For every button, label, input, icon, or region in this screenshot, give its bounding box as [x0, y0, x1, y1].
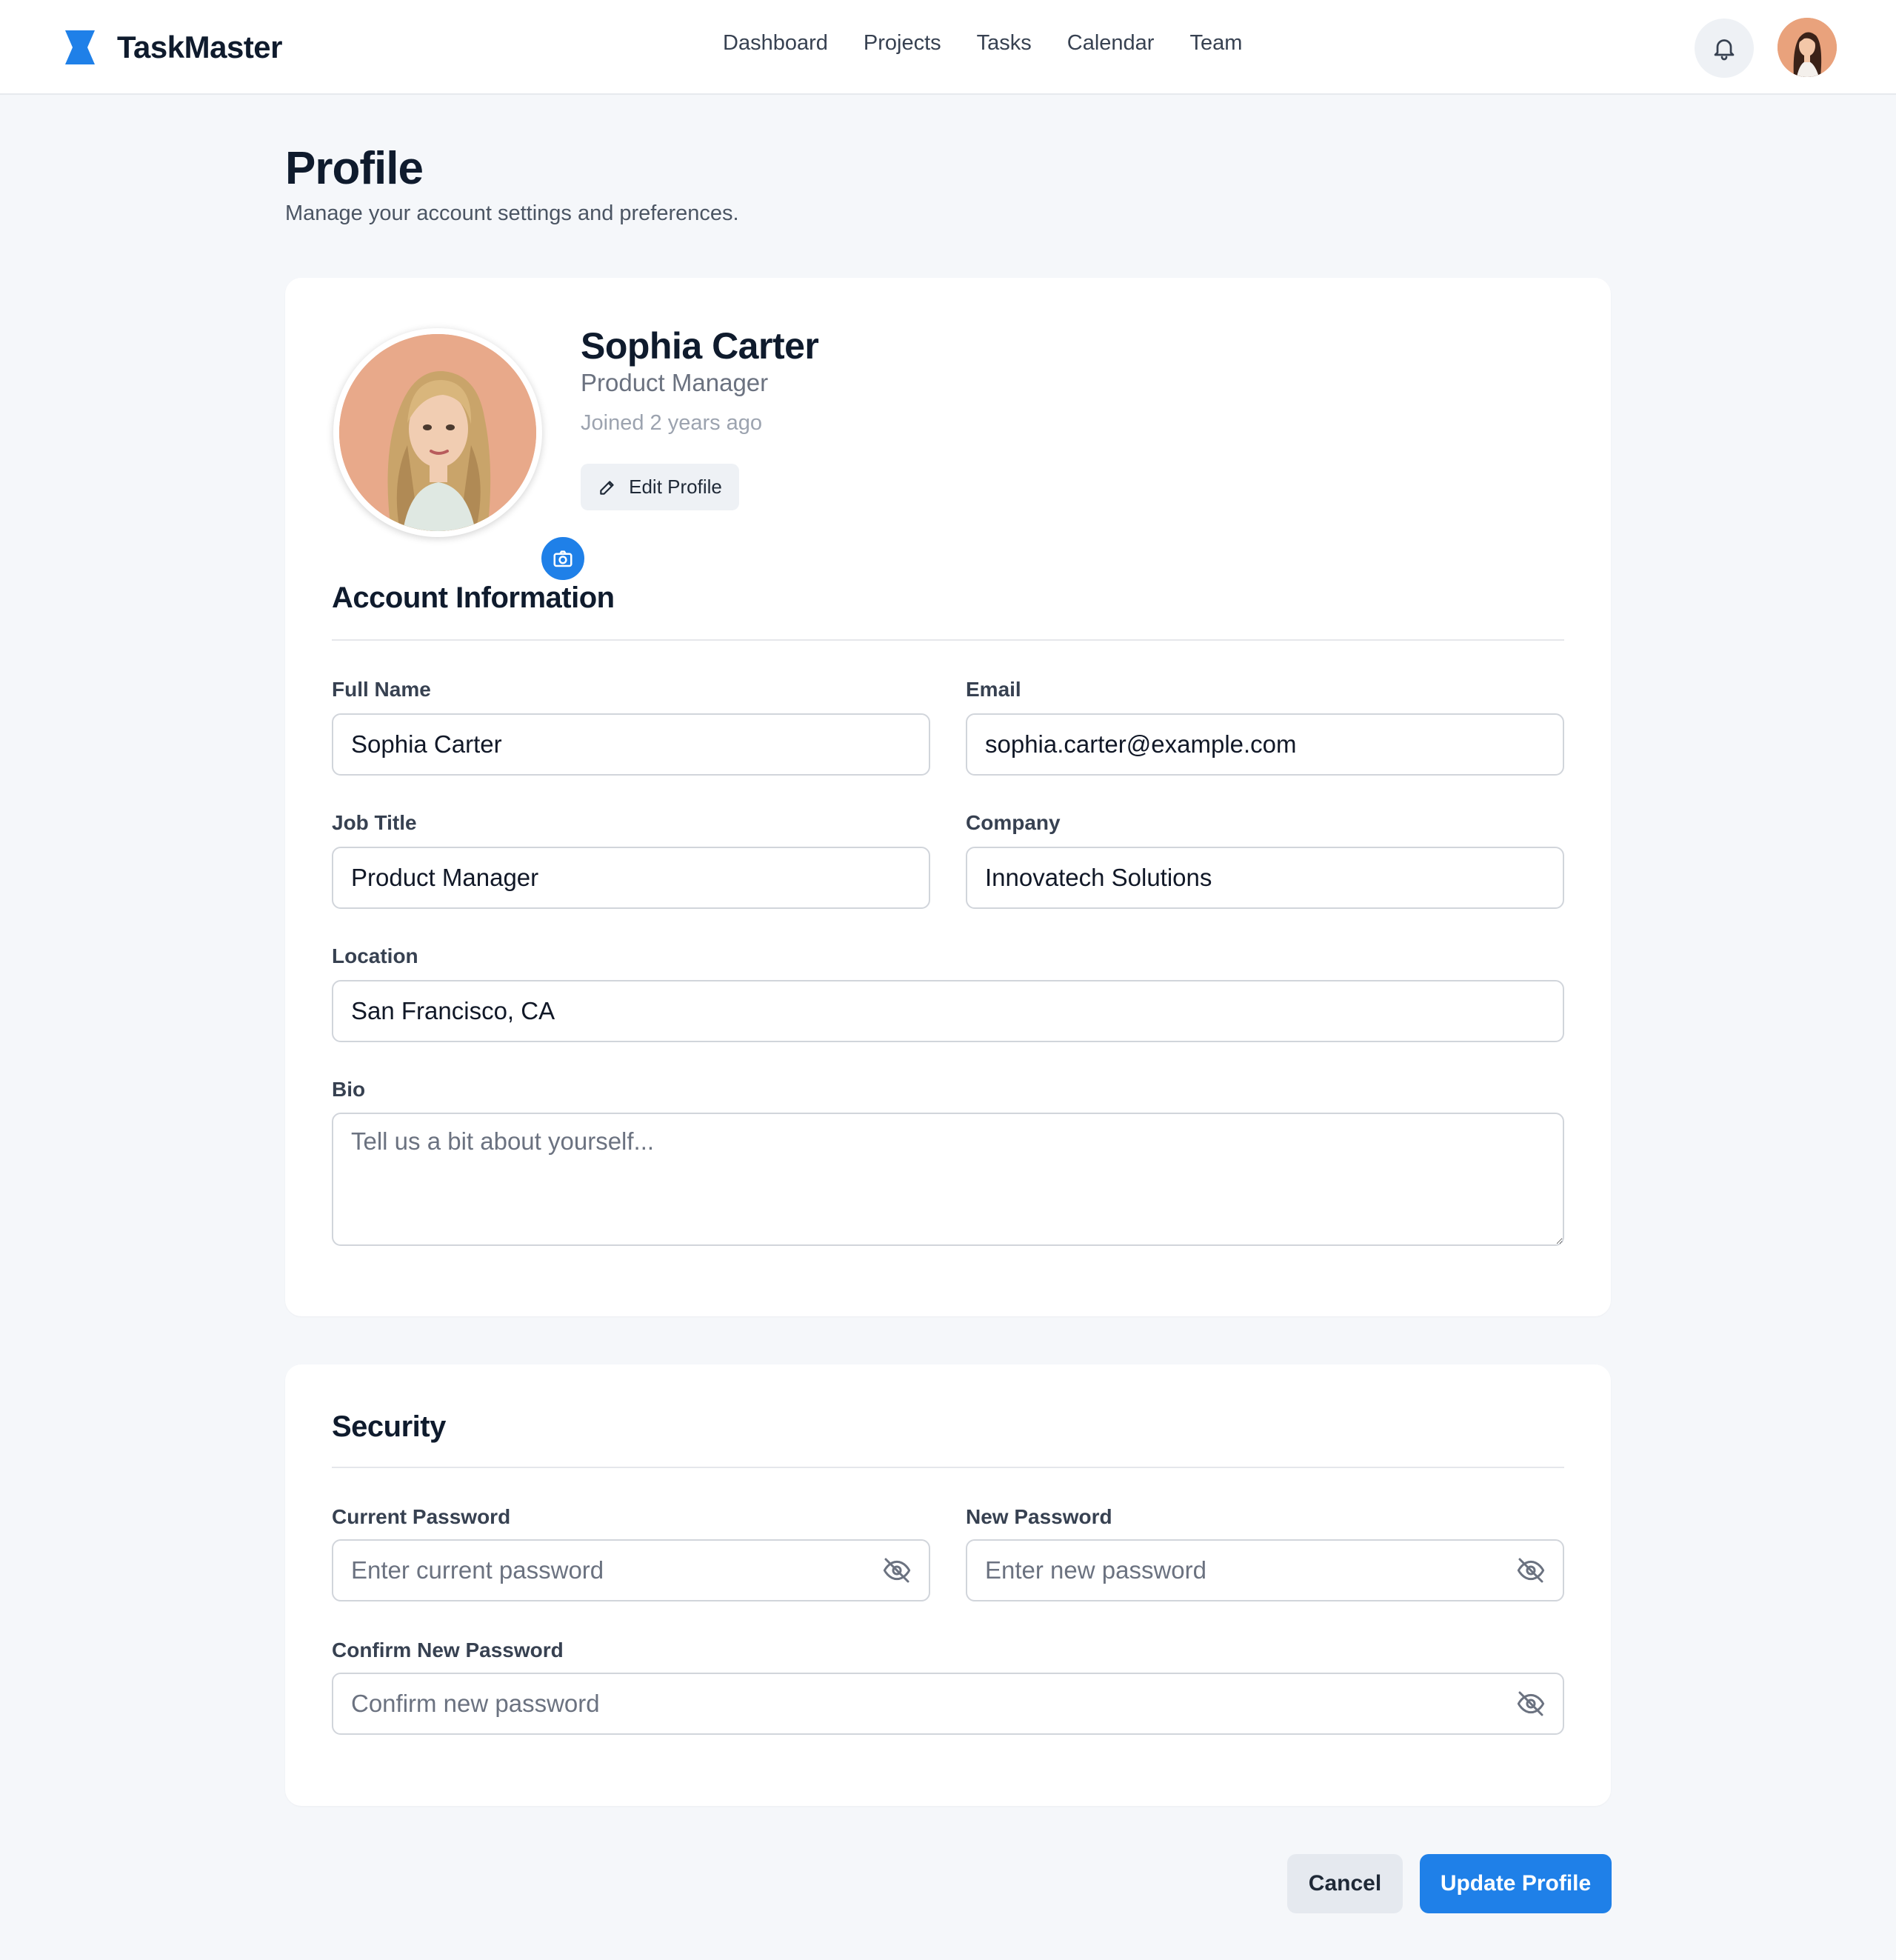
security-title: Security — [332, 1410, 446, 1443]
bio-label: Bio — [332, 1078, 366, 1101]
profile-name: Sophia Carter — [581, 325, 819, 367]
location-input[interactable] — [332, 980, 1564, 1042]
camera-icon — [553, 550, 573, 567]
notifications-button[interactable] — [1695, 19, 1754, 78]
nav-projects[interactable]: Projects — [864, 31, 941, 56]
email-label: Email — [966, 678, 1021, 701]
bio-textarea[interactable] — [332, 1113, 1564, 1246]
pencil-icon — [600, 480, 614, 495]
change-photo-button[interactable] — [539, 535, 587, 582]
bell-icon — [1714, 39, 1735, 61]
nav-dashboard[interactable]: Dashboard — [723, 31, 828, 56]
portrait-illustration-icon — [339, 334, 536, 531]
job-title-input[interactable] — [332, 847, 930, 909]
eye-off-icon[interactable] — [1516, 1556, 1546, 1585]
profile-photo — [339, 334, 536, 531]
profile-joined: Joined 2 years ago — [581, 411, 763, 435]
eye-off-icon[interactable] — [882, 1556, 912, 1585]
brand-name: TaskMaster — [117, 30, 283, 64]
current-password-input[interactable] — [332, 1539, 930, 1601]
new-password-label: New Password — [966, 1505, 1112, 1528]
new-password-input[interactable] — [966, 1539, 1564, 1601]
security-card: Security Current Password New Password C… — [285, 1364, 1611, 1806]
top-navigation-bar: TaskMaster Dashboard Projects Tasks Cale… — [0, 0, 1896, 95]
company-input[interactable] — [966, 847, 1564, 909]
edit-profile-label: Edit Profile — [629, 476, 722, 498]
job-title-label: Job Title — [332, 811, 417, 834]
confirm-password-label: Confirm New Password — [332, 1639, 564, 1661]
brand[interactable]: TaskMaster — [64, 30, 283, 65]
update-profile-button[interactable]: Update Profile — [1420, 1854, 1612, 1913]
full-name-input[interactable] — [332, 713, 930, 776]
main-nav: Dashboard Projects Tasks Calendar Team — [723, 31, 1278, 56]
location-label: Location — [332, 944, 418, 967]
avatar-portrait-icon — [1778, 18, 1837, 77]
current-password-label: Current Password — [332, 1505, 511, 1528]
profile-card: Sophia Carter Product Manager Joined 2 y… — [285, 278, 1611, 1316]
company-label: Company — [966, 811, 1061, 834]
nav-tasks[interactable]: Tasks — [977, 31, 1032, 56]
hourglass-logo-icon — [65, 30, 95, 64]
nav-team[interactable]: Team — [1189, 31, 1242, 56]
user-avatar[interactable] — [1778, 18, 1837, 77]
full-name-label: Full Name — [332, 678, 431, 701]
eye-off-icon[interactable] — [1516, 1689, 1546, 1719]
section-divider — [332, 639, 1564, 641]
account-information-title: Account Information — [332, 581, 615, 614]
profile-role: Product Manager — [581, 369, 769, 396]
confirm-password-input[interactable] — [332, 1673, 1564, 1735]
profile-avatar — [333, 328, 587, 582]
cancel-button[interactable]: Cancel — [1287, 1854, 1403, 1913]
page-title: Profile — [285, 143, 424, 194]
nav-calendar[interactable]: Calendar — [1067, 31, 1155, 56]
edit-profile-button[interactable]: Edit Profile — [581, 464, 739, 510]
email-input[interactable] — [966, 713, 1564, 776]
section-divider — [332, 1467, 1564, 1468]
page-subtitle: Manage your account settings and prefere… — [285, 201, 739, 225]
